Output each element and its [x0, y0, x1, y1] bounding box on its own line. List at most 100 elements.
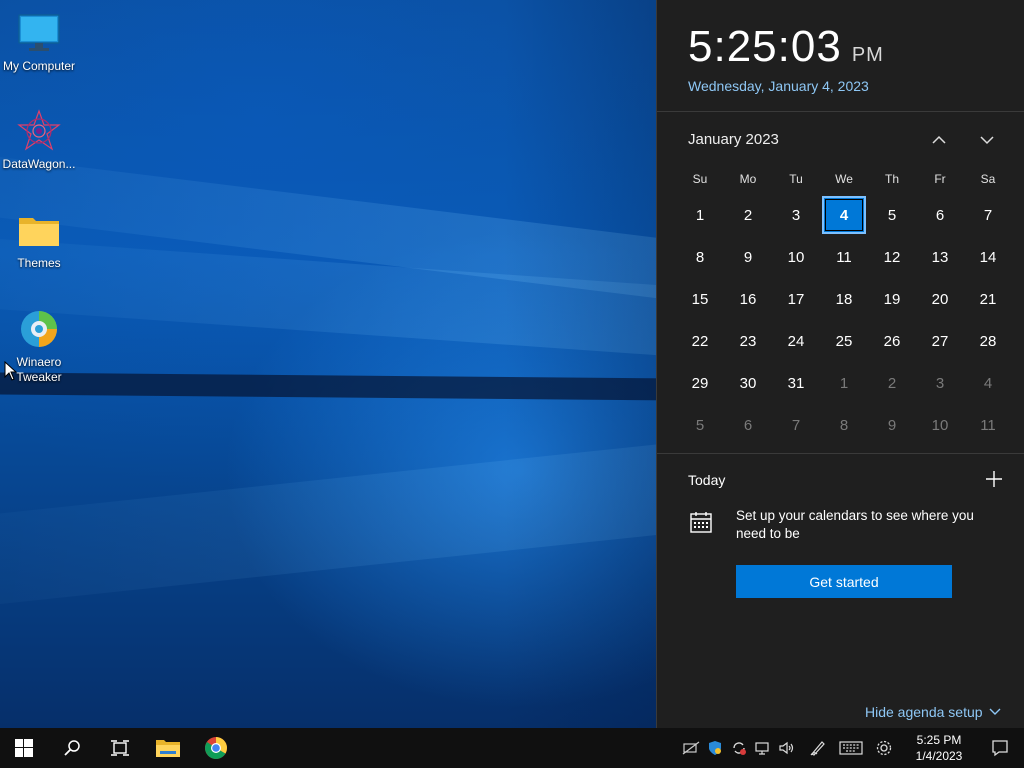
calendar-week-row: 22 23 24 25 26 27 28	[657, 320, 1024, 362]
big-clock: 5:25:03 PM	[688, 22, 1024, 72]
clock-ampm: PM	[851, 44, 884, 66]
calendar-day-number: 23	[739, 332, 757, 350]
calendar-day[interactable]: 24	[772, 320, 820, 362]
calendar-week-row: 15 16 17 18 19 20 21	[657, 278, 1024, 320]
calendar-day-number: 10	[787, 248, 805, 266]
action-center-button[interactable]	[976, 728, 1024, 768]
calendar-day[interactable]: 26	[868, 320, 916, 362]
sync-icon[interactable]	[728, 728, 750, 768]
calendar-day[interactable]: 21	[964, 278, 1012, 320]
calendar-day[interactable]: 27	[916, 320, 964, 362]
calendar-day[interactable]: 23	[724, 320, 772, 362]
calendar-day-number: 12	[883, 248, 901, 266]
calendar-day[interactable]: 8	[676, 236, 724, 278]
calendar-day[interactable]: 11	[820, 236, 868, 278]
long-date-link[interactable]: Wednesday, January 4, 2023	[688, 78, 1024, 94]
calendar-day-number: 22	[691, 332, 709, 350]
desktop-icon-datawagon[interactable]: DataWagon...	[0, 108, 78, 172]
calendar-day-number: 9	[887, 416, 897, 434]
calendar-day-number: 13	[931, 248, 949, 266]
calendar-day[interactable]: 1	[676, 194, 724, 236]
calendar-day[interactable]: 3	[916, 362, 964, 404]
datawagon-icon	[16, 108, 62, 154]
calendar-day[interactable]: 29	[676, 362, 724, 404]
taskbar-clock[interactable]: 5:25 PM 1/4/2023	[902, 732, 976, 764]
calendar-day[interactable]: 30	[724, 362, 772, 404]
task-view-button[interactable]	[96, 728, 144, 768]
weekday-label: Su	[692, 172, 708, 186]
calendar-day[interactable]: 14	[964, 236, 1012, 278]
calendar-day-number: 10	[931, 416, 949, 434]
calendar-day[interactable]: 16	[724, 278, 772, 320]
calendar-day-number: 4	[983, 374, 993, 392]
previous-month-button[interactable]	[925, 126, 953, 154]
calendar-day-number: 21	[979, 290, 997, 308]
add-event-button[interactable]	[983, 468, 1005, 490]
weekday-label: We	[835, 172, 853, 186]
calendar-day-today[interactable]: 4	[820, 194, 868, 236]
calendar-day[interactable]: 12	[868, 236, 916, 278]
desktop-icon-themes[interactable]: Themes	[0, 207, 78, 271]
calendar-day[interactable]: 6	[724, 404, 772, 446]
calendar-day-number: 30	[739, 374, 757, 392]
network-disconnected-icon[interactable]	[680, 728, 702, 768]
hide-agenda-setup-link[interactable]: Hide agenda setup	[865, 704, 1001, 720]
calendar-day[interactable]: 7	[964, 194, 1012, 236]
calendar-day[interactable]: 18	[820, 278, 868, 320]
calendar-day[interactable]: 5	[676, 404, 724, 446]
search-icon	[64, 740, 80, 756]
calendar-day[interactable]: 22	[676, 320, 724, 362]
calendar-day-number: 1	[695, 206, 705, 224]
calendar-day-number: 3	[791, 206, 801, 224]
calendar-day-number: 19	[883, 290, 901, 308]
calendar-day[interactable]: 28	[964, 320, 1012, 362]
desktop-icon-label: Themes	[17, 256, 61, 270]
calendar-day[interactable]: 10	[772, 236, 820, 278]
calendar-day[interactable]: 17	[772, 278, 820, 320]
calendar-day-number: 8	[695, 248, 705, 266]
start-button[interactable]	[0, 728, 48, 768]
desktop-icon-my-computer[interactable]: My Computer	[0, 10, 78, 74]
calendar-day-number: 2	[743, 206, 753, 224]
calendar-day[interactable]: 9	[724, 236, 772, 278]
chrome-button[interactable]	[192, 728, 240, 768]
calendar-day[interactable]: 4	[964, 362, 1012, 404]
calendar-day[interactable]: 2	[724, 194, 772, 236]
calendar-day[interactable]: 19	[868, 278, 916, 320]
agenda-setup-text: Set up your calendars to see where you n…	[736, 508, 974, 541]
calendar-day-number: 18	[835, 290, 853, 308]
projector-icon[interactable]	[752, 728, 774, 768]
defender-icon[interactable]	[704, 728, 726, 768]
calendar-day[interactable]: 3	[772, 194, 820, 236]
calendar-day[interactable]: 10	[916, 404, 964, 446]
calendar-day-number: 29	[691, 374, 709, 392]
calendar-day[interactable]: 5	[868, 194, 916, 236]
calendar-header: January 2023	[657, 112, 1024, 164]
calendar-day-number: 11	[980, 416, 996, 434]
calendar-day[interactable]: 13	[916, 236, 964, 278]
calendar-day[interactable]: 1	[820, 362, 868, 404]
keyboard-icon[interactable]	[836, 728, 866, 768]
get-started-button[interactable]: Get started	[736, 565, 952, 598]
month-label[interactable]: January 2023	[688, 131, 779, 148]
volume-icon[interactable]	[776, 728, 798, 768]
calendar-day[interactable]: 2	[868, 362, 916, 404]
calendar-day[interactable]: 6	[916, 194, 964, 236]
mouse-cursor-icon	[4, 361, 18, 381]
settings-gear-icon[interactable]	[873, 728, 895, 768]
calendar-day[interactable]: 25	[820, 320, 868, 362]
calendar-day[interactable]: 31	[772, 362, 820, 404]
calendar-day[interactable]: 8	[820, 404, 868, 446]
file-explorer-button[interactable]	[144, 728, 192, 768]
calendar-week-row: 5 6 7 8 9 10 11	[657, 404, 1024, 446]
chevron-up-icon	[932, 135, 946, 144]
calendar-day[interactable]: 20	[916, 278, 964, 320]
search-button[interactable]	[48, 728, 96, 768]
calendar-day[interactable]: 11	[964, 404, 1012, 446]
calendar-day[interactable]: 9	[868, 404, 916, 446]
calendar-day[interactable]: 7	[772, 404, 820, 446]
calendar-day-number: 3	[935, 374, 945, 392]
pen-icon[interactable]	[807, 728, 829, 768]
next-month-button[interactable]	[973, 126, 1001, 154]
calendar-day[interactable]: 15	[676, 278, 724, 320]
